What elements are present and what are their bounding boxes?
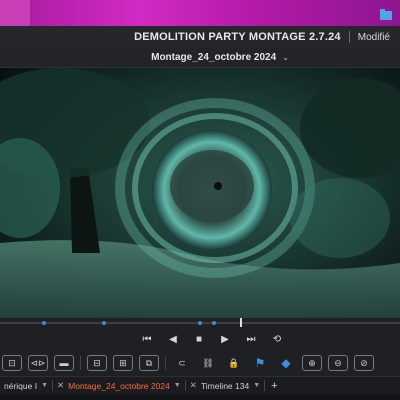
app-title: DEMOLITION PARTY MONTAGE 2.7.24 (134, 31, 341, 43)
tab-montage[interactable]: ✕ Montage_24_octobre 2024 ▼ (53, 380, 185, 391)
lock-icon[interactable]: 🔒 (224, 355, 244, 371)
marker-icon[interactable]: ◆ (276, 355, 296, 371)
zoom-custom-icon[interactable]: ⊘ (354, 355, 374, 371)
toolbar-divider (165, 356, 166, 370)
playhead[interactable] (240, 318, 242, 327)
chevron-down-icon[interactable]: ▼ (41, 382, 48, 389)
skip-forward-icon[interactable]: ⏭ (244, 333, 258, 347)
timeline-tabs: nérique I ▼ ✕ Montage_24_octobre 2024 ▼ … (0, 376, 400, 394)
skip-back-icon[interactable]: ⏮ (140, 333, 154, 347)
timeline-scrubber[interactable] (0, 318, 400, 328)
tab-divider (264, 380, 266, 391)
stop-icon[interactable]: ■ (192, 333, 206, 347)
desktop-wallpaper-strip (0, 0, 400, 26)
video-viewer[interactable] (0, 68, 400, 318)
title-divider (348, 31, 350, 43)
chevron-down-icon[interactable]: ▼ (253, 382, 260, 389)
modified-status: Modifié (357, 31, 390, 43)
edit-toolbar: ⊡ ⊲⊳ ▬ ⊟ ⊞ ⧉ ⊂ ⛓ 🔒 ⚑ ◆ ⊕ ⊖ ⊘ (0, 350, 400, 376)
flag-icon[interactable]: ⚑ (250, 355, 270, 371)
screen: DEMOLITION PARTY MONTAGE 2.7.24 Modifié … (0, 0, 400, 400)
folder-icon[interactable] (380, 9, 392, 20)
clip-marker[interactable] (42, 321, 46, 325)
tab-timeline-generic[interactable]: nérique I ▼ (0, 381, 52, 391)
video-frame (0, 68, 400, 318)
transport-controls: ⏮ ◀ ■ ▶ ⏭ ⟲ (0, 330, 400, 350)
close-icon[interactable]: ✕ (57, 380, 64, 391)
overwrite-clip-icon[interactable]: ⊞ (113, 355, 133, 371)
tab-label: nérique I (4, 380, 38, 391)
blade-tool-icon[interactable]: ▬ (54, 355, 74, 371)
timeline-ruler (0, 394, 400, 400)
clip-marker[interactable] (212, 321, 216, 325)
tab-label: Timeline 134 (200, 380, 250, 391)
insert-clip-icon[interactable]: ⊟ (87, 355, 107, 371)
zoom-detail-icon[interactable]: ⊖ (328, 355, 348, 371)
clip-marker[interactable] (198, 321, 202, 325)
trim-tool-icon[interactable]: ⊡ (2, 355, 22, 371)
chevron-down-icon[interactable]: ▼ (174, 382, 181, 389)
tab-timeline-134[interactable]: ✕ Timeline 134 ▼ (186, 380, 264, 391)
close-icon[interactable]: ✕ (190, 380, 197, 391)
link-icon[interactable]: ⛓ (198, 355, 218, 371)
clip-marker[interactable] (102, 321, 106, 325)
play-icon[interactable]: ▶ (218, 333, 232, 347)
chevron-down-icon[interactable]: ⌄ (282, 53, 289, 62)
step-back-icon[interactable]: ◀ (166, 333, 180, 347)
title-bar: DEMOLITION PARTY MONTAGE 2.7.24 Modifié (0, 26, 400, 48)
snapping-icon[interactable]: ⊂ (172, 355, 192, 371)
desktop-window-edge (0, 0, 30, 26)
zoom-fit-icon[interactable]: ⊕ (302, 355, 322, 371)
toolbar-divider (80, 356, 81, 370)
replace-clip-icon[interactable]: ⧉ (139, 355, 159, 371)
project-name: Montage_24_octobre 2024 (151, 52, 277, 63)
dynamic-trim-icon[interactable]: ⊲⊳ (28, 355, 48, 371)
tab-label: Montage_24_octobre 2024 (68, 380, 170, 391)
project-selector[interactable]: Montage_24_octobre 2024 ⌄ (0, 48, 400, 68)
loop-icon[interactable]: ⟲ (270, 333, 284, 347)
add-timeline-button[interactable]: + (271, 380, 277, 392)
